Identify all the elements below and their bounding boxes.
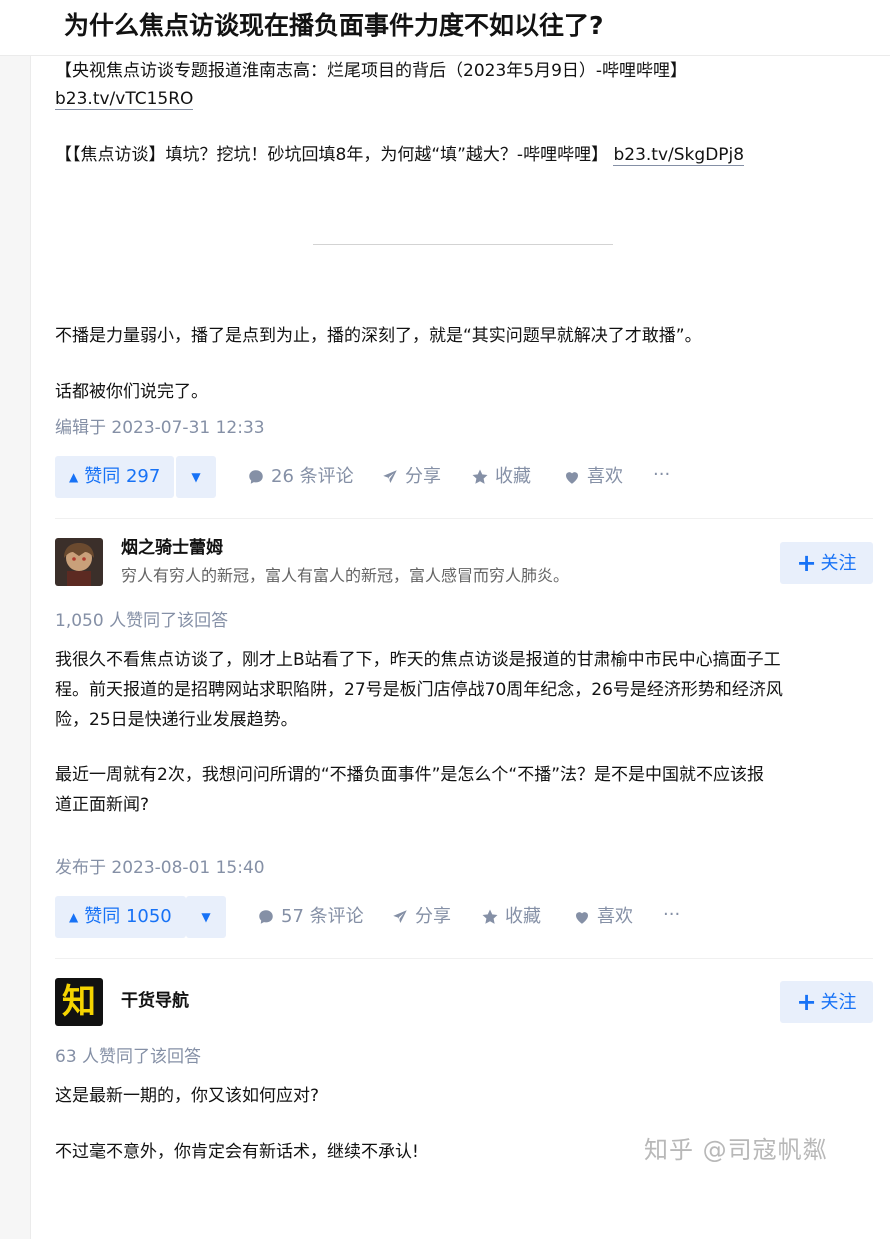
answer3-follow-button[interactable]: + 关注 <box>780 981 873 1023</box>
answer-divider <box>55 518 873 519</box>
answer1-edited-time[interactable]: 编辑于 2023-07-31 12:33 <box>55 416 265 440</box>
plus-icon: + <box>796 549 817 577</box>
answer2-para2-line1: 最近一周就有2次，我想问问所谓的“不播负面事件”是怎么个“不播”法？是不是中国就… <box>55 765 765 785</box>
answer3-author-name[interactable]: 干货导航 <box>121 989 189 1013</box>
answer2-downvote-button[interactable]: ▼ <box>186 896 226 938</box>
downvote-triangle-icon: ▼ <box>191 470 201 484</box>
upvote-triangle-icon: ▲ <box>69 470 79 484</box>
answer1-share-button[interactable]: 分享 <box>381 465 441 489</box>
answer2-upvote-label: 赞同 1050 <box>84 906 172 927</box>
answer1-downvote-button[interactable]: ▼ <box>176 456 216 498</box>
answer-divider <box>55 958 873 959</box>
answer2-author-name[interactable]: 烟之骑士蕾姆 <box>121 536 223 560</box>
answer1-like-label: 喜欢 <box>587 466 623 487</box>
answer2-collect-button[interactable]: 收藏 <box>481 905 541 929</box>
answer2-published-time[interactable]: 发布于 2023-08-01 15:40 <box>55 856 265 880</box>
answer1-comments-label: 26 条评论 <box>271 466 354 487</box>
question-header: 为什么焦点访谈现在播负面事件力度不如以往了? <box>0 0 890 56</box>
answer1-collect-button[interactable]: 收藏 <box>471 465 531 489</box>
answer1-link2[interactable]: b23.tv/SkgDPj8 <box>613 145 745 166</box>
answer2-like-label: 喜欢 <box>597 906 633 927</box>
answer1-collect-label: 收藏 <box>495 466 531 487</box>
answer1-like-button[interactable]: 喜欢 <box>563 465 623 489</box>
answer1-share-label: 分享 <box>405 466 441 487</box>
star-icon <box>482 909 498 924</box>
question-title[interactable]: 为什么焦点访谈现在播负面事件力度不如以往了? <box>64 8 604 44</box>
answer3-avatar[interactable]: 知 <box>55 978 103 1026</box>
answer2-share-button[interactable]: 分享 <box>391 905 451 929</box>
answer3-follow-label: 关注 <box>820 992 857 1013</box>
answer3-upvote-count: 63 人赞同了该回答 <box>55 1047 202 1067</box>
answer1-line1: 【央视焦点访谈专题报道淮南志高：烂尾项目的背后（2023年5月9日）-哔哩哔哩】 <box>55 61 688 81</box>
answer1-para1: 不播是力量弱小，播了是点到为止，播的深刻了，就是“其实问题早就解决了才敢播”。 <box>55 326 702 346</box>
more-dots-icon: ··· <box>653 464 671 485</box>
answer-list: 【央视焦点访谈专题报道淮南志高：烂尾项目的背后（2023年5月9日）-哔哩哔哩】… <box>30 56 890 1239</box>
answer2-upvote-count: 1,050 人赞同了该回答 <box>55 611 229 631</box>
answer1-upvote-button[interactable]: ▲ 赞同 297 <box>55 456 175 498</box>
answer1-link1-row: b23.tv/vTC15RO <box>55 84 194 114</box>
comment-bubble-icon <box>249 470 263 484</box>
answer2-author-bio: 穷人有穷人的新冠，富人有富人的新冠，富人感冒而穷人肺炎。 <box>121 566 570 585</box>
answer1-more-button[interactable]: ··· <box>653 463 670 487</box>
answer2-para2-line2: 道正面新闻? <box>55 795 150 815</box>
answer1-comments-button[interactable]: 26 条评论 <box>247 465 354 489</box>
more-dots-icon: ··· <box>663 904 681 925</box>
content-divider <box>313 244 613 245</box>
upvote-triangle-icon: ▲ <box>69 910 79 924</box>
answer1-link1[interactable]: b23.tv/vTC15RO <box>55 89 194 110</box>
anime-avatar-image <box>55 538 103 586</box>
answer2-para1-line1: 我很久不看焦点访谈了，刚才上B站看了下，昨天的焦点访谈是报道的甘肃榆中市民中心搞… <box>55 650 781 670</box>
share-plane-icon <box>393 910 407 923</box>
answer2-upvote-button[interactable]: ▲ 赞同 1050 <box>55 896 186 938</box>
star-icon <box>472 469 488 484</box>
answer2-comments-label: 57 条评论 <box>281 906 364 927</box>
answer2-para1-line3: 险，25日是快递行业发展趋势。 <box>55 710 298 730</box>
answer3-para1: 这是最新一期的，你又该如何应对? <box>55 1086 320 1106</box>
comment-bubble-icon <box>259 910 273 924</box>
answer1-upvote-label: 赞同 297 <box>84 466 161 487</box>
answer2-like-button[interactable]: 喜欢 <box>573 905 633 929</box>
zhihu-watermark: 知乎 @司寇帆粼 <box>644 1136 828 1164</box>
answer1-line2: 【【焦点访谈】填坑？挖坑！砂坑回填8年，为何越“填”越大？-哔哩哔哩】 b23.… <box>55 145 745 166</box>
heart-icon <box>576 912 588 924</box>
answer1-para2: 话都被你们说完了。 <box>55 382 208 402</box>
answer2-collect-label: 收藏 <box>505 906 541 927</box>
plus-icon: + <box>796 988 817 1016</box>
downvote-triangle-icon: ▼ <box>201 910 211 924</box>
answer2-comments-button[interactable]: 57 条评论 <box>257 905 364 929</box>
answer2-para1-line2: 程。前天报道的是招聘网站求职陷阱，27号是板门店停战70周年纪念，26号是经济形… <box>55 680 783 700</box>
answer2-more-button[interactable]: ··· <box>663 903 680 927</box>
answer2-follow-button[interactable]: + 关注 <box>780 542 873 584</box>
zhi-logo-avatar: 知 <box>62 982 96 1022</box>
heart-icon <box>566 472 578 484</box>
share-plane-icon <box>383 470 397 483</box>
answer2-follow-label: 关注 <box>820 553 857 574</box>
answer2-avatar[interactable] <box>55 538 103 586</box>
answer3-para2: 不过毫不意外，你肯定会有新话术，继续不承认! <box>55 1142 419 1162</box>
answer2-share-label: 分享 <box>415 906 451 927</box>
